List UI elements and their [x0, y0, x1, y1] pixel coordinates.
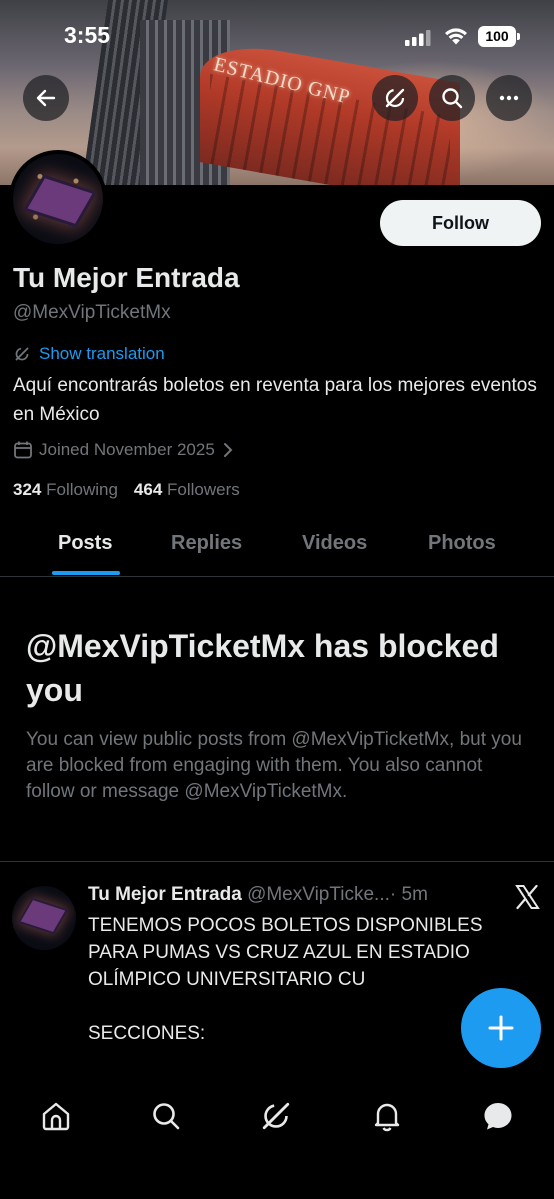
follow-stats: 324 Following 464 Followers	[13, 480, 240, 500]
bell-icon	[374, 1103, 400, 1132]
following-count: 324	[13, 480, 42, 499]
joined-date[interactable]: Joined November 2025	[13, 440, 235, 460]
home-icon	[42, 1102, 70, 1131]
profile-tabs: Posts Replies Videos Photos	[0, 520, 554, 577]
active-tab-indicator	[52, 571, 120, 575]
search-icon	[442, 88, 463, 109]
grok-icon	[385, 88, 405, 108]
post-timestamp: · 5m	[389, 884, 428, 905]
following-stat[interactable]: 324 Following	[13, 480, 118, 500]
tab-photos[interactable]: Photos	[428, 532, 496, 555]
arrow-left-icon	[36, 89, 56, 107]
nav-home[interactable]	[38, 1098, 74, 1134]
calendar-icon	[14, 441, 32, 459]
grok-icon	[262, 1102, 290, 1130]
post-author-name[interactable]: Tu Mejor Entrada	[88, 884, 242, 905]
x-logo-icon	[515, 884, 540, 910]
status-time: 3:55	[64, 22, 111, 48]
profile-avatar[interactable]	[9, 150, 107, 248]
search-button[interactable]	[429, 75, 475, 121]
post-avatar[interactable]	[12, 886, 76, 950]
show-translation-link[interactable]: Show translation	[13, 344, 165, 364]
grok-button[interactable]	[372, 75, 418, 121]
show-translation-label[interactable]: Show translation	[39, 344, 165, 364]
tab-videos[interactable]: Videos	[302, 532, 367, 555]
search-icon	[153, 1103, 180, 1130]
nav-search[interactable]	[148, 1098, 184, 1134]
translate-icon	[15, 347, 29, 361]
more-button[interactable]	[486, 75, 532, 121]
compose-button[interactable]	[461, 988, 541, 1068]
battery-indicator: 100	[478, 26, 520, 47]
divider	[0, 861, 554, 862]
blocked-description: You can view public posts from @MexVipTi…	[26, 729, 522, 802]
profile-bio: Aquí encontrarás boletos en reventa para…	[13, 375, 537, 425]
message-icon	[484, 1103, 512, 1130]
follow-button[interactable]: Follow	[380, 200, 541, 246]
nav-grok[interactable]	[258, 1098, 294, 1134]
profile-name: Tu Mejor Entrada	[13, 262, 240, 293]
back-button[interactable]	[23, 75, 69, 121]
joined-label: Joined November 2025	[39, 440, 215, 459]
tab-replies[interactable]: Replies	[171, 532, 242, 555]
post-header: Tu Mejor Entrada @MexVipTicke...· 5m	[88, 884, 428, 906]
chevron-right-icon	[223, 443, 233, 457]
nav-messages[interactable]	[480, 1098, 516, 1134]
post-author-handle[interactable]: @MexVipTicke...	[247, 884, 390, 905]
bottom-navigation	[0, 1070, 554, 1199]
wifi-icon	[445, 28, 467, 45]
more-icon	[499, 95, 519, 101]
following-label: Following	[46, 480, 118, 499]
signal-icon	[405, 30, 431, 46]
blocked-title: @MexVipTicketMx has blocked you	[26, 628, 499, 708]
tab-posts[interactable]: Posts	[58, 532, 112, 555]
status-bar: 3:55 100	[0, 0, 554, 72]
profile-handle: @MexVipTicketMx	[13, 302, 171, 323]
followers-count: 464	[133, 480, 163, 499]
plus-icon	[488, 1015, 514, 1041]
followers-label: Followers	[167, 480, 240, 499]
followers-stat[interactable]: 464 Followers	[134, 480, 240, 500]
post-avatar-field	[20, 900, 66, 932]
nav-notifications[interactable]	[369, 1098, 405, 1134]
